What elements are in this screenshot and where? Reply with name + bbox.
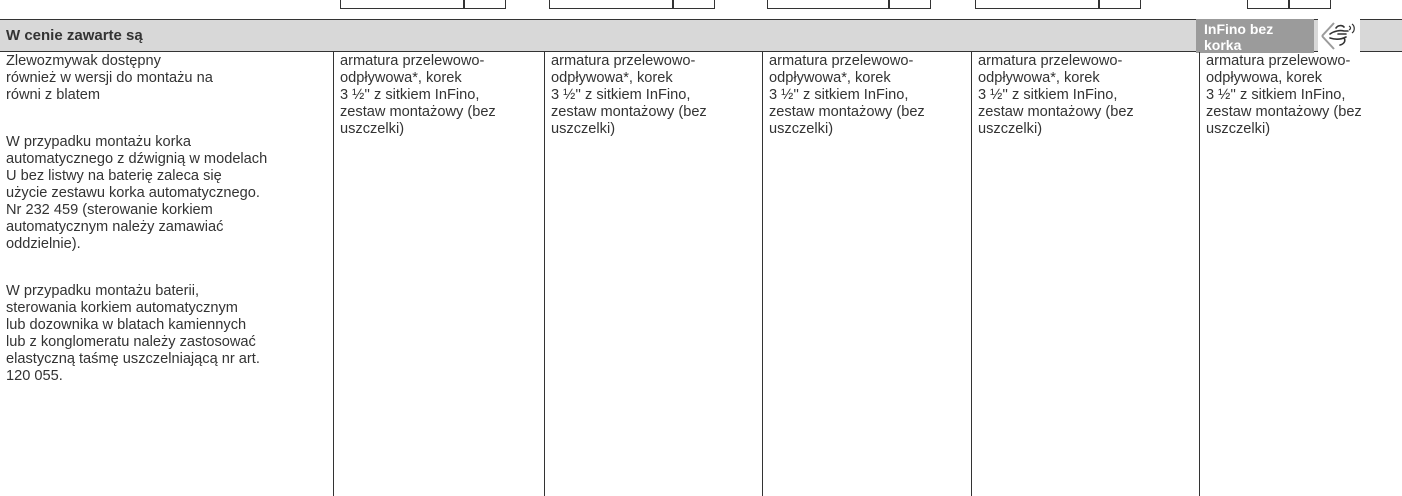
strip-box xyxy=(1247,0,1289,9)
description-cell: Zlewozmywak dostępny również w wersji do… xyxy=(0,52,333,385)
top-cutoff-strip xyxy=(0,0,1402,12)
strip-box xyxy=(1289,0,1331,9)
contents-cell: armatura przelewowo- odpływowa*, korek 3… xyxy=(551,53,707,137)
contents-cell: armatura przelewowo- odpływowa*, korek 3… xyxy=(769,53,925,137)
section-title: W cenie zawarte są xyxy=(6,27,143,44)
contents-cell: armatura przelewowo- odpływowa*, korek 3… xyxy=(340,53,496,137)
strip-box xyxy=(889,0,931,9)
strip-box xyxy=(975,0,1099,9)
strip-box xyxy=(549,0,673,9)
contents-cell: armatura przelewowo- odpływowa*, korek 3… xyxy=(978,53,1134,137)
paragraph: W przypadku montażu baterii, sterowania … xyxy=(6,283,260,384)
strip-box xyxy=(1099,0,1141,9)
model-column: armatura przelewowo- odpływowa*, korek 3… xyxy=(333,52,544,496)
description-column: Zlewozmywak dostępny również w wersji do… xyxy=(0,52,333,496)
section-header: W cenie zawarte są InFino bez korka auto… xyxy=(0,19,1402,69)
strip-box xyxy=(673,0,715,9)
model-column: armatura przelewowo- odpływowa*, korek 3… xyxy=(971,52,1199,496)
model-column: armatura przelewowo- odpływowa*, korek 3… xyxy=(762,52,971,496)
strip-box xyxy=(464,0,506,9)
hand-touch-icon xyxy=(1318,19,1360,53)
paragraph: Zlewozmywak dostępny również w wersji do… xyxy=(6,53,213,103)
model-column: armatura przelewowo- odpływowa, korek 3 … xyxy=(1199,52,1402,496)
contents-cell: armatura przelewowo- odpływowa, korek 3 … xyxy=(1206,53,1362,137)
infino-badge: InFino bez korka automatycznego xyxy=(1196,19,1314,69)
model-column: armatura przelewowo- odpływowa*, korek 3… xyxy=(544,52,762,496)
paragraph: W przypadku montażu korka automatycznego… xyxy=(6,134,268,252)
includes-table: Zlewozmywak dostępny również w wersji do… xyxy=(0,52,1402,496)
strip-box xyxy=(767,0,889,9)
strip-box xyxy=(340,0,464,9)
